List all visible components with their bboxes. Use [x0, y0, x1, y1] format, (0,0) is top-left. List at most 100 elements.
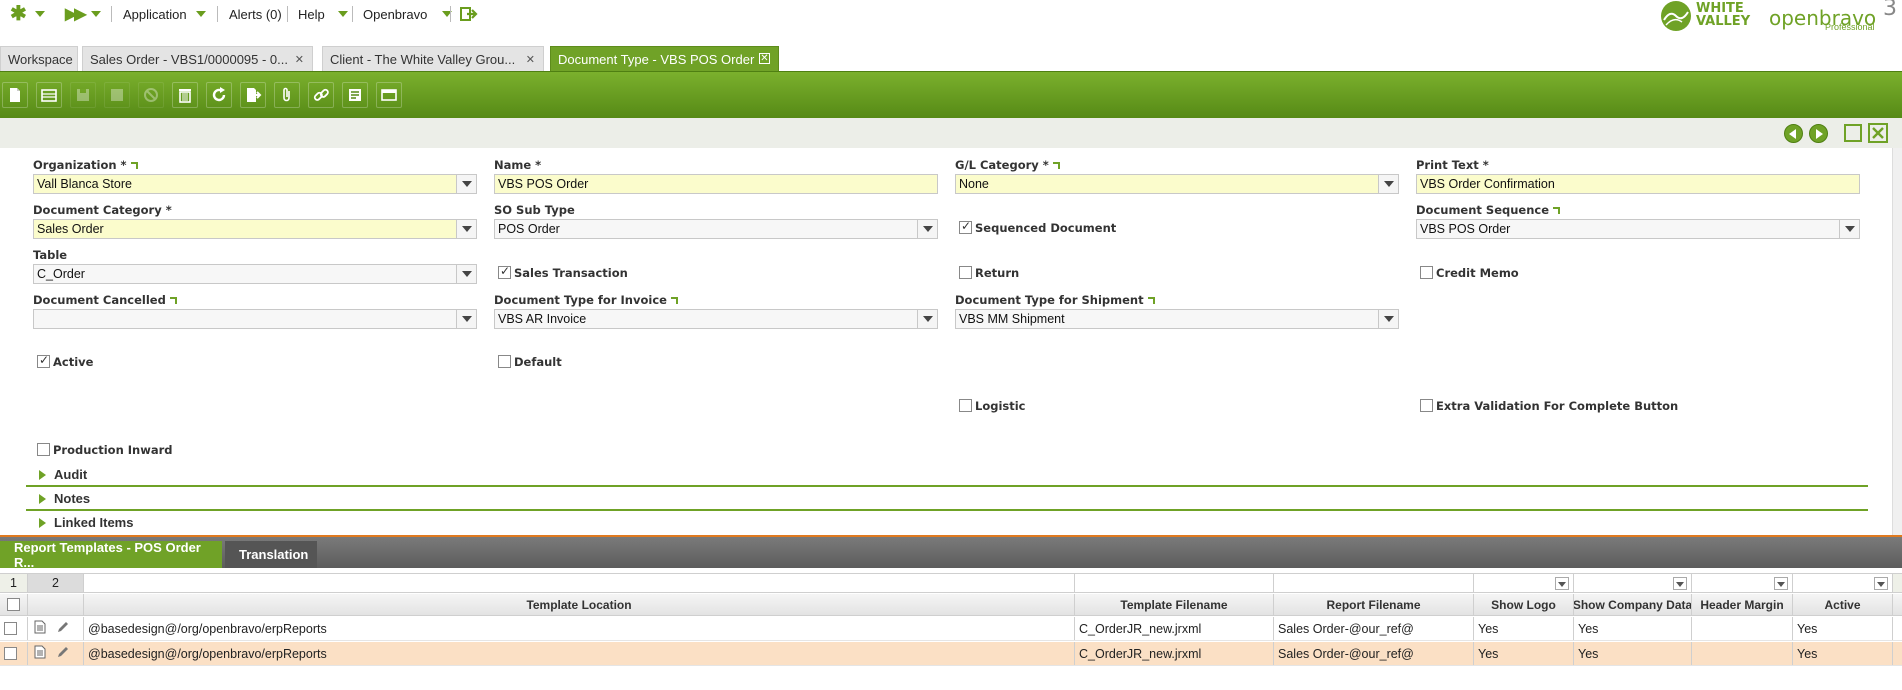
- filter-template-filename[interactable]: [1075, 574, 1274, 592]
- column-header[interactable]: Header Margin: [1692, 594, 1793, 615]
- so-sub-type-field[interactable]: POS Order: [494, 219, 938, 239]
- filter-show-company-data[interactable]: [1574, 574, 1692, 592]
- active-checkbox[interactable]: [37, 353, 50, 368]
- chevron-down-icon[interactable]: [456, 175, 476, 193]
- close-icon[interactable]: ✕: [295, 53, 304, 66]
- extra-validation-checkbox[interactable]: [1420, 399, 1433, 412]
- alerts-menu[interactable]: Alerts (0): [229, 4, 282, 24]
- column-header[interactable]: Report Filename: [1274, 594, 1474, 615]
- grid-view-button[interactable]: [376, 82, 402, 108]
- tab-sales-order[interactable]: Sales Order - VBS1/0000095 - 0... ✕: [82, 46, 313, 71]
- next-record-button[interactable]: [1809, 124, 1828, 143]
- help-menu[interactable]: Help: [298, 4, 348, 24]
- chevron-down-icon[interactable]: [1378, 310, 1398, 328]
- logistic-checkbox[interactable]: [959, 399, 972, 412]
- document-icon[interactable]: [34, 620, 46, 637]
- chevron-down-icon[interactable]: [1874, 577, 1888, 590]
- export-button[interactable]: [240, 82, 266, 108]
- print-text-field[interactable]: VBS Order Confirmation: [1416, 174, 1860, 194]
- document-category-field[interactable]: Sales Order: [33, 219, 477, 239]
- chevron-down-icon[interactable]: [1378, 175, 1398, 193]
- tab-client[interactable]: Client - The White Valley Grou... ✕: [322, 46, 544, 71]
- filter-show-logo[interactable]: [1474, 574, 1574, 592]
- maximize-icon[interactable]: [1844, 124, 1862, 142]
- attach-button[interactable]: [274, 82, 300, 108]
- table-row[interactable]: @basedesign@/org/openbravo/erpReports C_…: [0, 642, 1902, 666]
- link-icon[interactable]: [1052, 162, 1060, 169]
- table-row[interactable]: @basedesign@/org/openbravo/erpReports C_…: [0, 617, 1902, 641]
- close-icon[interactable]: ✕: [759, 53, 770, 64]
- link-icon[interactable]: [1553, 207, 1561, 214]
- link-icon[interactable]: [1147, 297, 1155, 304]
- previous-record-button[interactable]: [1784, 124, 1803, 143]
- new-document-button[interactable]: [2, 82, 28, 108]
- gl-category-field[interactable]: None: [955, 174, 1399, 194]
- chevron-down-icon[interactable]: [917, 220, 937, 238]
- chevron-down-icon[interactable]: [917, 310, 937, 328]
- document-sequence-field[interactable]: VBS POS Order: [1416, 219, 1860, 239]
- link-icon[interactable]: [670, 297, 678, 304]
- filter-header-margin[interactable]: [1692, 574, 1793, 592]
- row-checkbox[interactable]: [4, 647, 17, 660]
- chevron-down-icon[interactable]: [1774, 577, 1788, 590]
- doc-type-invoice-field[interactable]: VBS AR Invoice: [494, 309, 938, 329]
- section-notes[interactable]: Notes: [26, 488, 1868, 511]
- section-audit[interactable]: Audit: [26, 464, 1868, 487]
- chevron-down-icon[interactable]: [456, 265, 476, 283]
- column-header[interactable]: Show Logo: [1474, 594, 1574, 615]
- filter-active[interactable]: [1793, 574, 1893, 592]
- quick-create-dropdown[interactable]: [91, 4, 101, 24]
- chevron-down-icon[interactable]: [456, 310, 476, 328]
- link-icon[interactable]: [130, 162, 138, 169]
- pencil-icon[interactable]: [56, 645, 70, 662]
- tab-report-templates[interactable]: Report Templates - POS Order R...: [0, 540, 222, 570]
- audit-button[interactable]: [342, 82, 368, 108]
- quick-launch-dropdown[interactable]: [35, 4, 45, 24]
- tab-document-type[interactable]: Document Type - VBS POS Order ✕: [550, 46, 779, 71]
- document-icon[interactable]: [34, 645, 46, 662]
- default-checkbox[interactable]: [498, 355, 511, 368]
- openbravo-menu[interactable]: Openbravo: [363, 4, 453, 24]
- column-header[interactable]: Template Filename: [1075, 594, 1274, 615]
- link-icon[interactable]: [169, 297, 177, 304]
- chevron-down-icon[interactable]: [1839, 220, 1859, 238]
- column-header[interactable]: Show Company Data: [1574, 594, 1692, 615]
- filter-report-filename[interactable]: [1274, 574, 1474, 592]
- chevron-down-icon[interactable]: [1673, 577, 1687, 590]
- sequenced-document-checkbox[interactable]: [959, 219, 972, 234]
- refresh-button[interactable]: [206, 82, 232, 108]
- column-header[interactable]: Template Location: [84, 594, 1075, 615]
- close-icon[interactable]: ✕: [526, 53, 535, 66]
- filter-template-location[interactable]: [84, 574, 1075, 592]
- document-cancelled-field[interactable]: [33, 309, 477, 329]
- section-linked-items[interactable]: Linked Items: [26, 512, 1868, 535]
- table-field[interactable]: C_Order: [33, 264, 477, 284]
- credit-memo-checkbox[interactable]: [1420, 266, 1433, 279]
- name-field[interactable]: VBS POS Order: [494, 174, 938, 194]
- organization-field[interactable]: Vall Blanca Store: [33, 174, 477, 194]
- link-button[interactable]: [308, 82, 334, 108]
- undo-button[interactable]: [138, 82, 164, 108]
- select-all-checkbox[interactable]: [7, 598, 20, 611]
- return-checkbox[interactable]: [959, 266, 972, 279]
- save-close-button[interactable]: [104, 82, 130, 108]
- quick-create-button[interactable]: ▶▶: [65, 4, 87, 24]
- close-form-button[interactable]: [1868, 123, 1888, 143]
- application-menu[interactable]: Application: [123, 4, 206, 24]
- column-header[interactable]: Active: [1793, 594, 1893, 615]
- row-checkbox[interactable]: [4, 622, 17, 635]
- sales-transaction-checkbox[interactable]: [498, 264, 511, 279]
- pencil-icon[interactable]: [56, 620, 70, 637]
- save-button[interactable]: [70, 82, 96, 108]
- new-row-button[interactable]: [36, 82, 62, 108]
- tab-translation[interactable]: Translation: [225, 541, 317, 568]
- chevron-down-icon[interactable]: [1555, 577, 1569, 590]
- delete-button[interactable]: [172, 82, 198, 108]
- production-inward-checkbox[interactable]: [37, 443, 50, 456]
- doc-type-shipment-field[interactable]: VBS MM Shipment: [955, 309, 1399, 329]
- quick-launch-button[interactable]: ✱: [10, 4, 27, 24]
- tab-workspace[interactable]: Workspace: [0, 46, 78, 71]
- logout-button[interactable]: [460, 4, 478, 24]
- chevron-down-icon[interactable]: [456, 220, 476, 238]
- form-scrollbar[interactable]: [1892, 148, 1902, 535]
